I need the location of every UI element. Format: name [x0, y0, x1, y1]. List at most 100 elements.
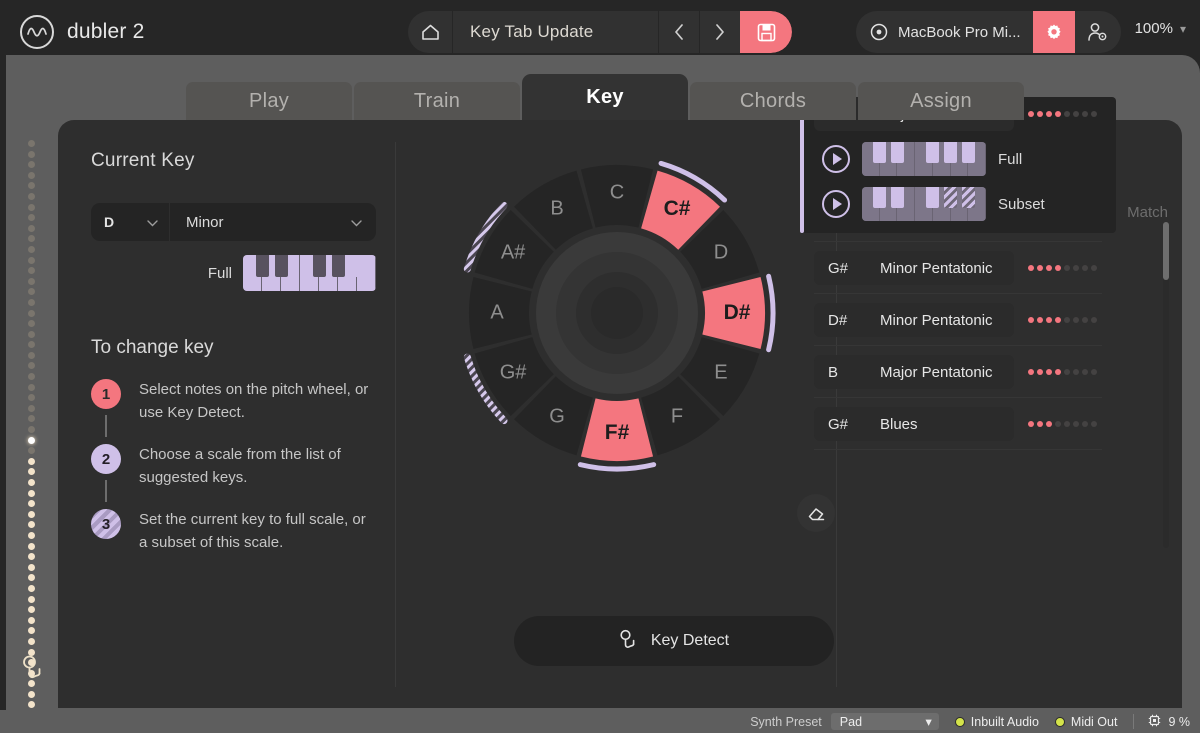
pitch-meter-dot: [28, 500, 35, 508]
suggested-key-row[interactable]: G# Minor Pentatonic: [814, 251, 1106, 285]
pitch-meter-dot: [28, 277, 35, 285]
key-root-value: D: [104, 214, 115, 230]
piano-black-key[interactable]: [944, 187, 958, 208]
piano-black-key[interactable]: [255, 255, 269, 277]
match-dots: [1028, 317, 1106, 323]
list-scrollbar[interactable]: [1163, 222, 1169, 548]
match-dots: [1028, 111, 1106, 117]
inbuilt-audio-status[interactable]: Inbuilt Audio: [954, 715, 1039, 729]
match-dot: [1091, 369, 1097, 375]
zoom-control[interactable]: 100% ▾: [1135, 20, 1186, 37]
key-name-chip[interactable]: B Major Pentatonic: [814, 355, 1014, 389]
pitch-wheel[interactable]: C C# D D# E F F# G G# A A# B: [454, 150, 780, 476]
pitch-meter-dot: [28, 637, 35, 645]
suggested-key-row[interactable]: G# Blues: [814, 407, 1106, 441]
suggested-key-card[interactable]: G# Minor Pentatonic: [800, 251, 1116, 285]
scale-variant-label: Full: [998, 150, 1023, 168]
wheel-segment-Dsharp[interactable]: [702, 276, 765, 350]
piano-black-key[interactable]: [944, 142, 958, 163]
step-connector: [105, 480, 107, 502]
tab-train[interactable]: Train: [354, 82, 520, 120]
scrollbar-thumb[interactable]: [1163, 222, 1169, 280]
preset-name[interactable]: Key Tab Update: [453, 22, 658, 42]
suggested-key-row[interactable]: D# Minor Pentatonic: [814, 303, 1106, 337]
match-dot: [1037, 421, 1043, 427]
tab-chords[interactable]: Chords: [690, 82, 856, 120]
device-selector[interactable]: MacBook Pro Mi...: [856, 11, 1121, 53]
pitch-meter-dot: [28, 489, 35, 497]
piano-black-key[interactable]: [926, 187, 940, 208]
synth-preset-dropdown[interactable]: Pad ▾: [830, 713, 939, 730]
key-name-chip[interactable]: G# Minor Pentatonic: [814, 251, 1014, 285]
suggested-keys-list[interactable]: F#Major PentatonicFullSubsetG#Minor Pent…: [800, 88, 1116, 548]
chevron-right-icon[interactable]: [700, 11, 740, 53]
tab-label: Train: [413, 89, 461, 112]
key-root: D#: [828, 311, 848, 329]
piano-black-key[interactable]: [961, 187, 975, 208]
scale-keyboard[interactable]: [862, 187, 986, 221]
status-led: [954, 716, 965, 727]
match-dot: [1055, 111, 1061, 117]
key-name-chip[interactable]: D# Minor Pentatonic: [814, 303, 1014, 337]
suggested-key-card[interactable]: D# Minor Pentatonic: [800, 303, 1116, 337]
pitch-meter-dot: [28, 256, 35, 264]
play-icon[interactable]: [822, 145, 850, 173]
instruction-step: 1 Select notes on the pitch wheel, or use…: [91, 379, 376, 437]
piano-black-key[interactable]: [331, 255, 345, 277]
key-name-chip[interactable]: G# Blues: [814, 407, 1014, 441]
tab-play[interactable]: Play: [186, 82, 352, 120]
key-detect-label: Key Detect: [650, 632, 730, 649]
piano-black-key[interactable]: [890, 142, 904, 163]
piano-black-key[interactable]: [926, 142, 940, 163]
tab-assign[interactable]: Assign: [858, 82, 1024, 120]
pitch-meter-dot: [28, 140, 35, 147]
chevron-left-icon[interactable]: [659, 11, 699, 53]
tab-key[interactable]: Key: [522, 74, 688, 120]
match-dots: [1028, 369, 1106, 375]
user-settings-icon[interactable]: [1075, 11, 1121, 53]
key-scale-value: Minor: [186, 213, 224, 231]
midi-out-status[interactable]: Midi Out: [1054, 714, 1118, 729]
pitch-meter-dot: [28, 616, 35, 624]
step-number: 2: [101, 450, 111, 468]
step-connector: [105, 415, 107, 437]
key-root-dropdown[interactable]: D: [91, 203, 169, 241]
piano-black-key[interactable]: [312, 255, 326, 277]
pitch-meter-dot: [28, 606, 35, 614]
suggested-key-row[interactable]: B Major Pentatonic: [814, 355, 1106, 389]
suggested-key-card[interactable]: B Major Pentatonic: [800, 355, 1116, 389]
gear-icon[interactable]: [1032, 11, 1075, 53]
key-detect-button[interactable]: Key Detect: [514, 616, 834, 666]
match-dot: [1055, 317, 1061, 323]
pitch-meter-dot: [28, 298, 35, 306]
instructions-title: To change key: [91, 337, 214, 358]
pitch-meter-dot: [28, 510, 35, 518]
play-icon[interactable]: [822, 190, 850, 218]
zoom-value: 100%: [1134, 20, 1173, 37]
piano-black-key[interactable]: [890, 187, 904, 208]
piano-black-key[interactable]: [274, 255, 288, 277]
piano-black-key[interactable]: [873, 142, 887, 163]
piano-black-key[interactable]: [873, 187, 887, 208]
microphone-wave-icon[interactable]: [21, 655, 48, 685]
scale-keyboard[interactable]: [862, 142, 986, 176]
instructions-section: To change key 1 Select notes on the pitch…: [91, 337, 376, 554]
pitch-meter-dot: [28, 267, 35, 275]
pitch-meter-dot: [28, 214, 35, 222]
pitch-meter-dot: [28, 690, 35, 698]
midi-out-label: Midi Out: [1070, 714, 1118, 729]
wheel-segment-C[interactable]: [580, 165, 654, 228]
suggested-key-card[interactable]: G# Blues: [800, 407, 1116, 441]
match-dots: [1028, 265, 1106, 271]
wheel-segment-A[interactable]: [469, 276, 532, 350]
key-scale-dropdown[interactable]: Minor: [170, 203, 376, 241]
chevron-down-icon: ▾: [1179, 21, 1186, 36]
piano-black-key[interactable]: [350, 255, 364, 277]
match-dot: [1028, 265, 1034, 271]
key-root: B: [828, 363, 839, 381]
piano-black-key[interactable]: [961, 142, 975, 163]
wheel-segment-Fsharp[interactable]: [580, 398, 654, 461]
current-key-keyboard[interactable]: [243, 255, 376, 291]
save-disk-icon[interactable]: [740, 11, 792, 53]
home-icon[interactable]: [408, 11, 452, 53]
